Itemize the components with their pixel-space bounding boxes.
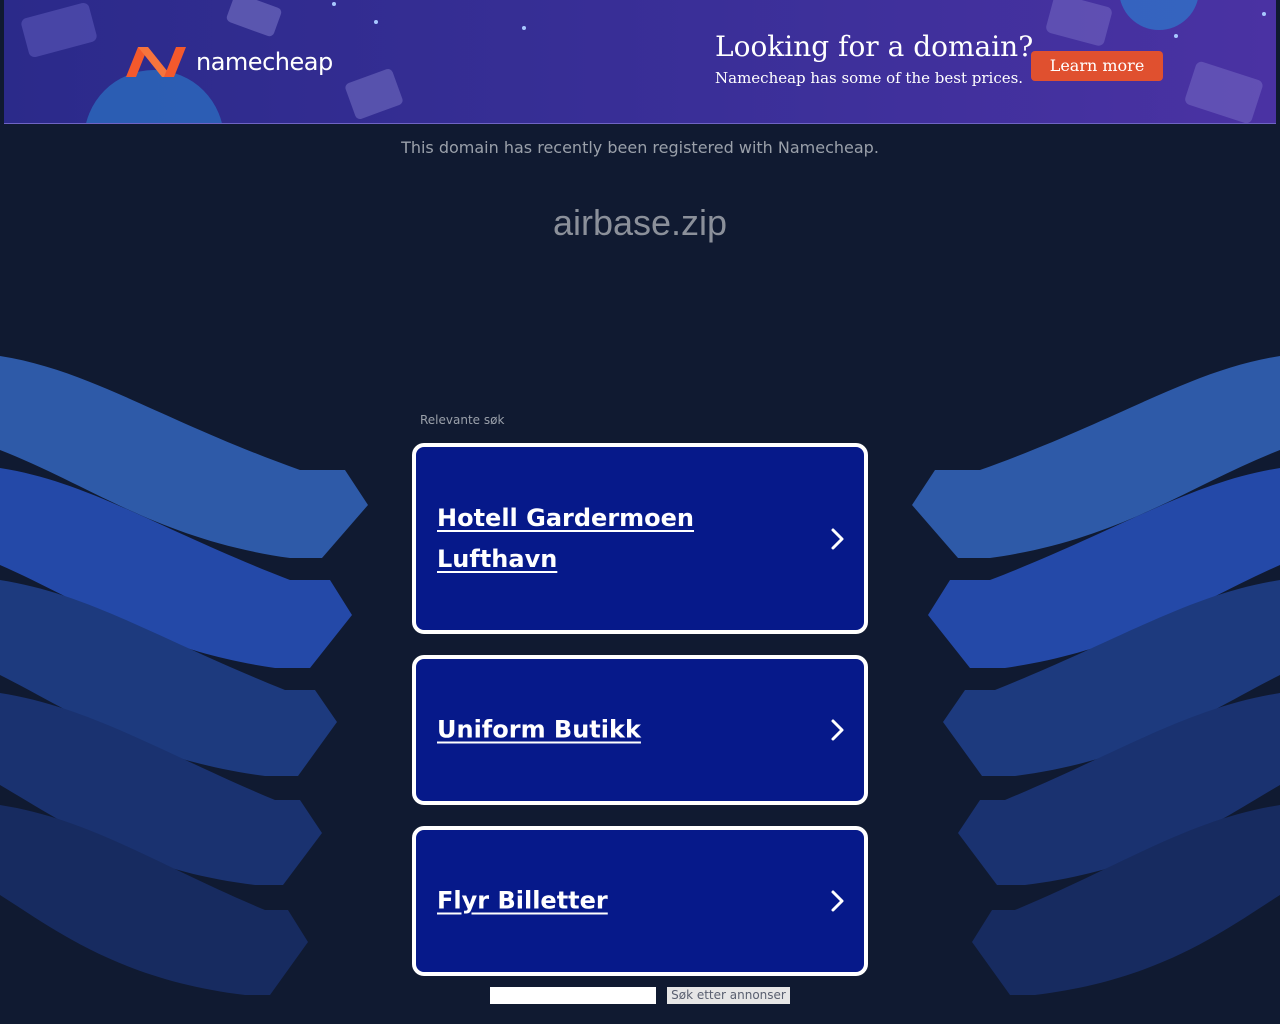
related-search-link[interactable]: Flyr Billetter bbox=[437, 881, 777, 922]
related-search-item[interactable]: Flyr Billetter bbox=[412, 826, 868, 976]
learn-more-button[interactable]: Learn more bbox=[1031, 51, 1163, 81]
promo-title: Looking for a domain? bbox=[715, 30, 1034, 63]
related-search-link[interactable]: Uniform Butikk bbox=[437, 710, 777, 751]
chevron-right-icon bbox=[831, 890, 844, 912]
registration-notice: This domain has recently been registered… bbox=[401, 138, 879, 157]
ad-search-input[interactable] bbox=[490, 987, 656, 1004]
chevron-right-icon bbox=[831, 719, 844, 741]
namecheap-logo[interactable]: namecheap bbox=[124, 42, 333, 82]
chevron-right-icon bbox=[831, 528, 844, 549]
ad-search-button[interactable]: Søk etter annonser bbox=[667, 987, 790, 1004]
related-search-item[interactable]: Hotell Gardermoen Lufthavn bbox=[412, 443, 868, 634]
namecheap-ad-banner[interactable]: namecheap Looking for a domain? Namechea… bbox=[4, 0, 1276, 124]
namecheap-logo-icon bbox=[126, 47, 186, 77]
related-searches-label: Relevante søk bbox=[420, 413, 505, 427]
domain-name: airbase.zip bbox=[552, 202, 728, 243]
promo-subtitle: Namecheap has some of the best prices. bbox=[715, 69, 1024, 87]
page: namecheap Looking for a domain? Namechea… bbox=[0, 0, 1280, 1024]
logo-wordmark: namecheap bbox=[196, 48, 333, 76]
related-search-item[interactable]: Uniform Butikk bbox=[412, 655, 868, 805]
related-search-link[interactable]: Hotell Gardermoen Lufthavn bbox=[437, 498, 777, 580]
